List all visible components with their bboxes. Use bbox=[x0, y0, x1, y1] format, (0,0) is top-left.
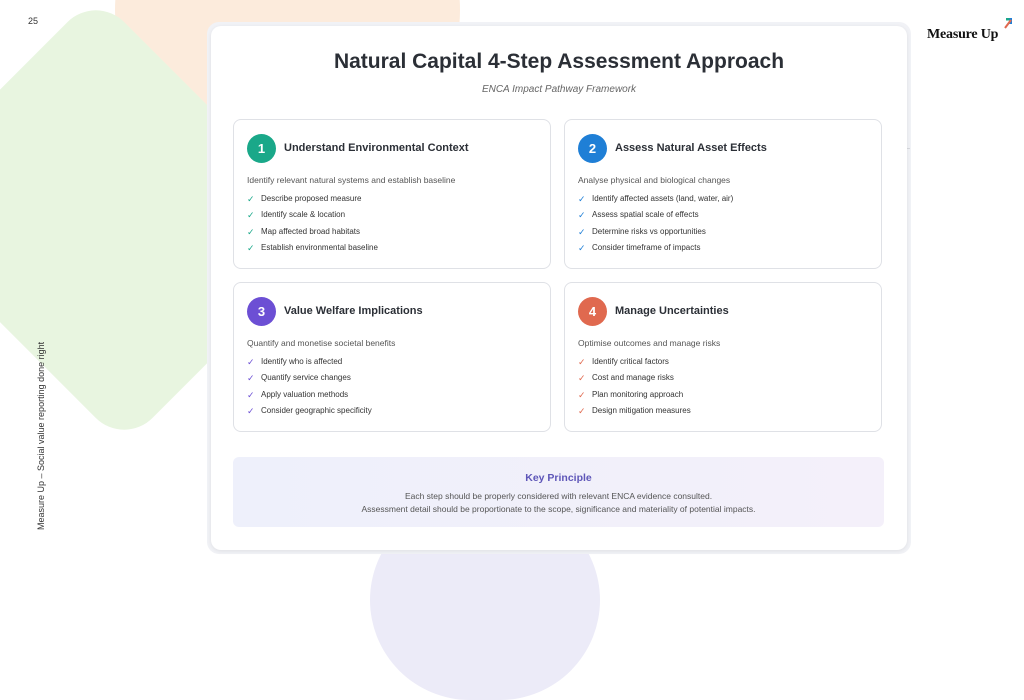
list-item: ✓ Apply valuation methods bbox=[247, 389, 372, 405]
list-item: ✓ Assess spatial scale of effects bbox=[578, 209, 733, 225]
step-card-2: 2 Assess Natural Asset Effects Analyse p… bbox=[564, 119, 882, 269]
list-item: ✓ Identify critical factors bbox=[578, 356, 691, 372]
check-icon: ✓ bbox=[247, 389, 255, 400]
check-icon: ✓ bbox=[578, 357, 586, 367]
side-tagline: Measure Up – Social value reporting done… bbox=[36, 341, 46, 530]
list-item-text: Determine risks vs opportunities bbox=[592, 226, 706, 236]
step-description: Analyse physical and biological changes bbox=[578, 175, 731, 185]
list-item-text: Plan monitoring approach bbox=[592, 389, 684, 399]
list-item: ✓ Describe proposed measure bbox=[247, 193, 378, 209]
step-description: Identify relevant natural systems and es… bbox=[247, 175, 456, 185]
list-item: ✓ Cost and manage risks bbox=[578, 372, 691, 388]
step-number-badge: 1 bbox=[247, 134, 276, 163]
check-icon: ✓ bbox=[578, 226, 586, 237]
step-description: Quantify and monetise societal benefits bbox=[247, 338, 396, 348]
logo-text: Measure Up bbox=[927, 27, 999, 42]
check-icon: ✓ bbox=[247, 373, 255, 384]
key-principle-title: Key Principle bbox=[525, 472, 592, 484]
list-item: ✓ Identify affected assets (land, water, … bbox=[578, 193, 733, 209]
list-item-text: Cost and manage risks bbox=[592, 373, 674, 383]
step-card-4: 4 Manage Uncertainties Optimise outcomes… bbox=[564, 282, 882, 432]
check-icon: ✓ bbox=[578, 194, 586, 204]
check-icon: ✓ bbox=[247, 194, 255, 204]
list-item: ✓ Consider timeframe of impacts bbox=[578, 242, 733, 258]
list-item-text: Identify critical factors bbox=[592, 357, 669, 366]
list-item-text: Quantify service changes bbox=[261, 373, 351, 383]
list-item-text: Consider geographic specificity bbox=[261, 405, 372, 415]
check-icon: ✓ bbox=[578, 373, 586, 384]
check-icon: ✓ bbox=[578, 405, 586, 416]
list-item-text: Apply valuation methods bbox=[261, 389, 349, 399]
list-item-text: Map affected broad habitats bbox=[261, 226, 361, 236]
list-item: ✓ Consider geographic specificity bbox=[247, 405, 372, 421]
list-item-text: Establish environmental baseline bbox=[261, 242, 378, 252]
step-title: Understand Environmental Context bbox=[284, 142, 469, 154]
check-icon: ✓ bbox=[247, 357, 255, 367]
step-checklist: ✓ Describe proposed measure ✓ Identify sca… bbox=[247, 193, 378, 258]
key-principle-text: Assessment detail should be proportionat… bbox=[361, 504, 756, 514]
check-icon: ✓ bbox=[578, 210, 586, 221]
measure-up-logo: Measure Up bbox=[927, 18, 1014, 44]
step-title: Assess Natural Asset Effects bbox=[615, 142, 767, 154]
list-item-text: Describe proposed measure bbox=[261, 194, 362, 203]
step-description: Optimise outcomes and manage risks bbox=[578, 338, 721, 348]
check-icon: ✓ bbox=[578, 389, 586, 400]
list-item: ✓ Quantify service changes bbox=[247, 372, 372, 388]
key-principle-text: Each step should be properly considered … bbox=[404, 491, 713, 501]
check-icon: ✓ bbox=[578, 242, 586, 253]
step-number-badge: 4 bbox=[578, 297, 607, 326]
list-item: ✓ Map affected broad habitats bbox=[247, 226, 378, 242]
list-item: ✓ Design mitigation measures bbox=[578, 405, 691, 421]
check-icon: ✓ bbox=[247, 242, 255, 253]
step-number-badge: 2 bbox=[578, 134, 607, 163]
key-principle-box: Key Principle Each step should be proper… bbox=[233, 457, 884, 527]
list-item-text: Design mitigation measures bbox=[592, 405, 691, 415]
logo-arrow-icon bbox=[1004, 18, 1013, 29]
step-card-3: 3 Value Welfare Implications Quantify an… bbox=[233, 282, 551, 432]
list-item-text: Identify who is affected bbox=[261, 357, 343, 366]
list-item-text: Identify scale & location bbox=[261, 210, 346, 220]
list-item-text: Assess spatial scale of effects bbox=[592, 210, 699, 220]
step-card-1: 1 Understand Environmental Context Ident… bbox=[233, 119, 551, 269]
list-item: ✓ Identify who is affected bbox=[247, 356, 372, 372]
check-icon: ✓ bbox=[247, 226, 255, 237]
list-item: ✓ Establish environmental baseline bbox=[247, 242, 378, 258]
step-checklist: ✓ Identify who is affected ✓ Quantify serv… bbox=[247, 356, 372, 421]
page-number: 25 bbox=[28, 16, 39, 26]
check-icon: ✓ bbox=[247, 405, 255, 416]
step-title: Value Welfare Implications bbox=[284, 305, 423, 317]
page-subtitle: ENCA Impact Pathway Framework bbox=[481, 84, 637, 95]
step-checklist: ✓ Identify affected assets (land, water, … bbox=[578, 193, 733, 258]
page-title: Natural Capital 4-Step Assessment Approa… bbox=[333, 50, 785, 73]
list-item-text: Identify affected assets (land, water, a… bbox=[592, 194, 734, 203]
list-item-text: Consider timeframe of impacts bbox=[592, 242, 701, 252]
step-title: Manage Uncertainties bbox=[615, 305, 729, 317]
step-checklist: ✓ Identify critical factors ✓ Cost and man… bbox=[578, 356, 691, 421]
list-item: ✓ Plan monitoring approach bbox=[578, 389, 691, 405]
step-number-badge: 3 bbox=[247, 297, 276, 326]
list-item: ✓ Identify scale & location bbox=[247, 209, 378, 225]
list-item: ✓ Determine risks vs opportunities bbox=[578, 226, 733, 242]
check-icon: ✓ bbox=[247, 210, 255, 221]
assessment-card: Natural Capital 4-Step Assessment Approa… bbox=[211, 26, 907, 550]
